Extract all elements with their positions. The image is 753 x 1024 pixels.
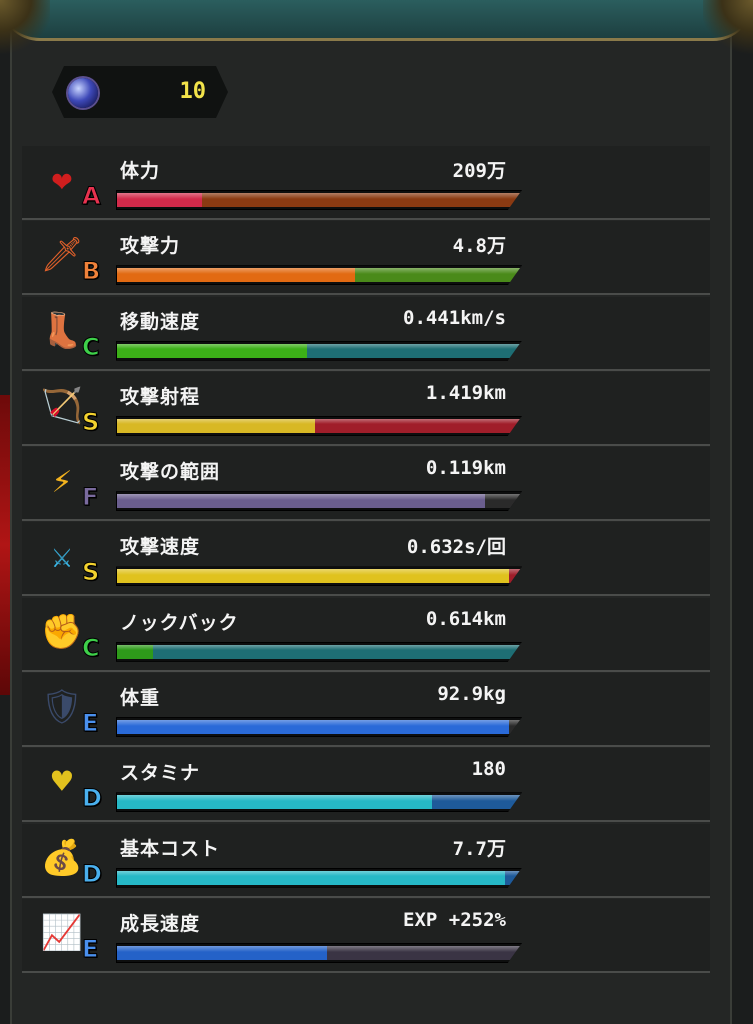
blue-orb-icon	[68, 78, 98, 108]
stat-row-base-cost: 💰 D 基本コスト 7.7万	[22, 823, 710, 898]
stat-bar	[116, 190, 522, 210]
stat-value: 0.441km/s	[403, 306, 506, 329]
stat-bar-fill	[117, 870, 505, 885]
coin-bag-icon: 💰	[40, 837, 84, 878]
stat-label: 移動速度	[120, 310, 201, 333]
stat-bar-fill	[117, 720, 509, 735]
stat-value: 0.632s/回	[406, 536, 506, 559]
top-banner	[0, 0, 753, 41]
crossbow-icon: 🏹	[40, 385, 84, 426]
stat-value: 180	[471, 758, 506, 781]
stat-row-knockback: ✊ C ノックバック 0.614km	[22, 597, 710, 672]
gold-heart-icon: ♥	[51, 762, 73, 803]
stat-value: 4.8万	[452, 235, 506, 258]
stat-row-weight: 🛡 E 体重 92.9kg	[22, 673, 710, 748]
currency-value: 10	[179, 79, 207, 104]
stat-bar-fill	[117, 494, 485, 509]
stat-row-growth-speed: 📈 E 成長速度 EXP +252%	[22, 898, 710, 973]
stat-value: 1.419km	[425, 381, 506, 404]
ornament-corner-left	[0, 0, 50, 60]
grade-badge: A	[82, 182, 102, 211]
stat-value: EXP +252%	[403, 908, 506, 931]
stat-row-move-speed: 👢 C 移動速度 0.441km/s	[22, 296, 710, 371]
stat-bar	[116, 340, 522, 361]
stat-row-attack-speed: ⚔ S 攻撃速度 0.632s/回	[22, 522, 710, 597]
stat-row-attack-range: 🏹 S 攻撃射程 1.419km	[22, 371, 710, 446]
grade-badge: C	[82, 633, 101, 662]
stat-bar-track	[117, 644, 521, 659]
stat-row-attack: 🗡 B 攻撃力 4.8万	[22, 221, 710, 296]
stat-label: 基本コスト	[120, 837, 221, 860]
stat-bar-fill	[117, 795, 433, 810]
grade-badge: S	[81, 407, 100, 436]
stat-row-stamina: ♥ D スタミナ 180	[22, 748, 710, 823]
stat-bar	[116, 867, 522, 888]
stat-bar-fill	[117, 569, 509, 584]
stat-value: 92.9kg	[437, 683, 506, 706]
stat-list: ❤ A 体力 209万 🗡 B 攻撃力 4.8万 👢 C 移動速度 0.441km/s 🏹 S 攻撃射程 1.…	[22, 146, 710, 974]
stat-label: 攻撃力	[120, 235, 181, 258]
stat-bar-fill	[117, 193, 202, 207]
stat-value: 7.7万	[452, 837, 506, 860]
stat-bar-fill	[117, 945, 328, 960]
growth-book-icon: 📈	[40, 912, 84, 953]
sword-icon: 🗡	[40, 235, 84, 276]
stat-value: 0.119km	[425, 457, 506, 480]
grade-badge: E	[81, 709, 99, 738]
currency-badge: 10	[52, 66, 228, 118]
stat-bar	[116, 641, 522, 662]
stat-bar-fill	[117, 343, 307, 358]
fist-icon: ✊	[40, 611, 84, 652]
grade-badge: D	[82, 859, 103, 888]
background-character-edge	[0, 395, 10, 695]
stat-bar-fill	[117, 268, 356, 283]
armor-icon: 🛡	[40, 687, 84, 728]
stat-bar	[116, 792, 522, 813]
stat-bar-fill	[117, 418, 315, 433]
stat-row-hp: ❤ A 体力 209万	[22, 146, 710, 220]
lightning-icon: ⚡	[51, 461, 73, 502]
stat-bar	[116, 566, 522, 587]
grade-badge: F	[81, 483, 99, 512]
stat-label: 攻撃射程	[120, 385, 201, 408]
stat-label: 体力	[120, 160, 161, 182]
stat-bar	[116, 491, 522, 512]
stat-label: 攻撃速度	[120, 536, 201, 559]
grade-badge: E	[81, 934, 99, 963]
stat-bar	[116, 415, 522, 436]
grade-badge: C	[82, 332, 101, 361]
boot-icon: 👢	[40, 310, 84, 351]
grade-badge: D	[82, 784, 103, 813]
grade-badge: B	[81, 257, 101, 286]
heart-icon: ❤	[51, 160, 73, 200]
ornament-corner-right	[703, 0, 753, 60]
stat-value: 0.614km	[425, 607, 506, 630]
stat-label: 体重	[120, 687, 161, 710]
stat-label: ノックバック	[120, 611, 239, 634]
stat-bar	[116, 265, 522, 286]
stat-label: スタミナ	[120, 762, 201, 785]
stat-bar	[116, 942, 522, 963]
stat-label: 攻撃の範囲	[120, 461, 221, 484]
stat-bar	[116, 717, 522, 738]
grade-badge: S	[81, 558, 100, 587]
stat-row-attack-area: ⚡ F 攻撃の範囲 0.119km	[22, 447, 710, 522]
stat-bar-fill	[117, 644, 154, 659]
fast-sword-icon: ⚔	[51, 536, 73, 577]
stat-label: 成長速度	[120, 912, 201, 935]
stat-value: 209万	[452, 160, 506, 182]
